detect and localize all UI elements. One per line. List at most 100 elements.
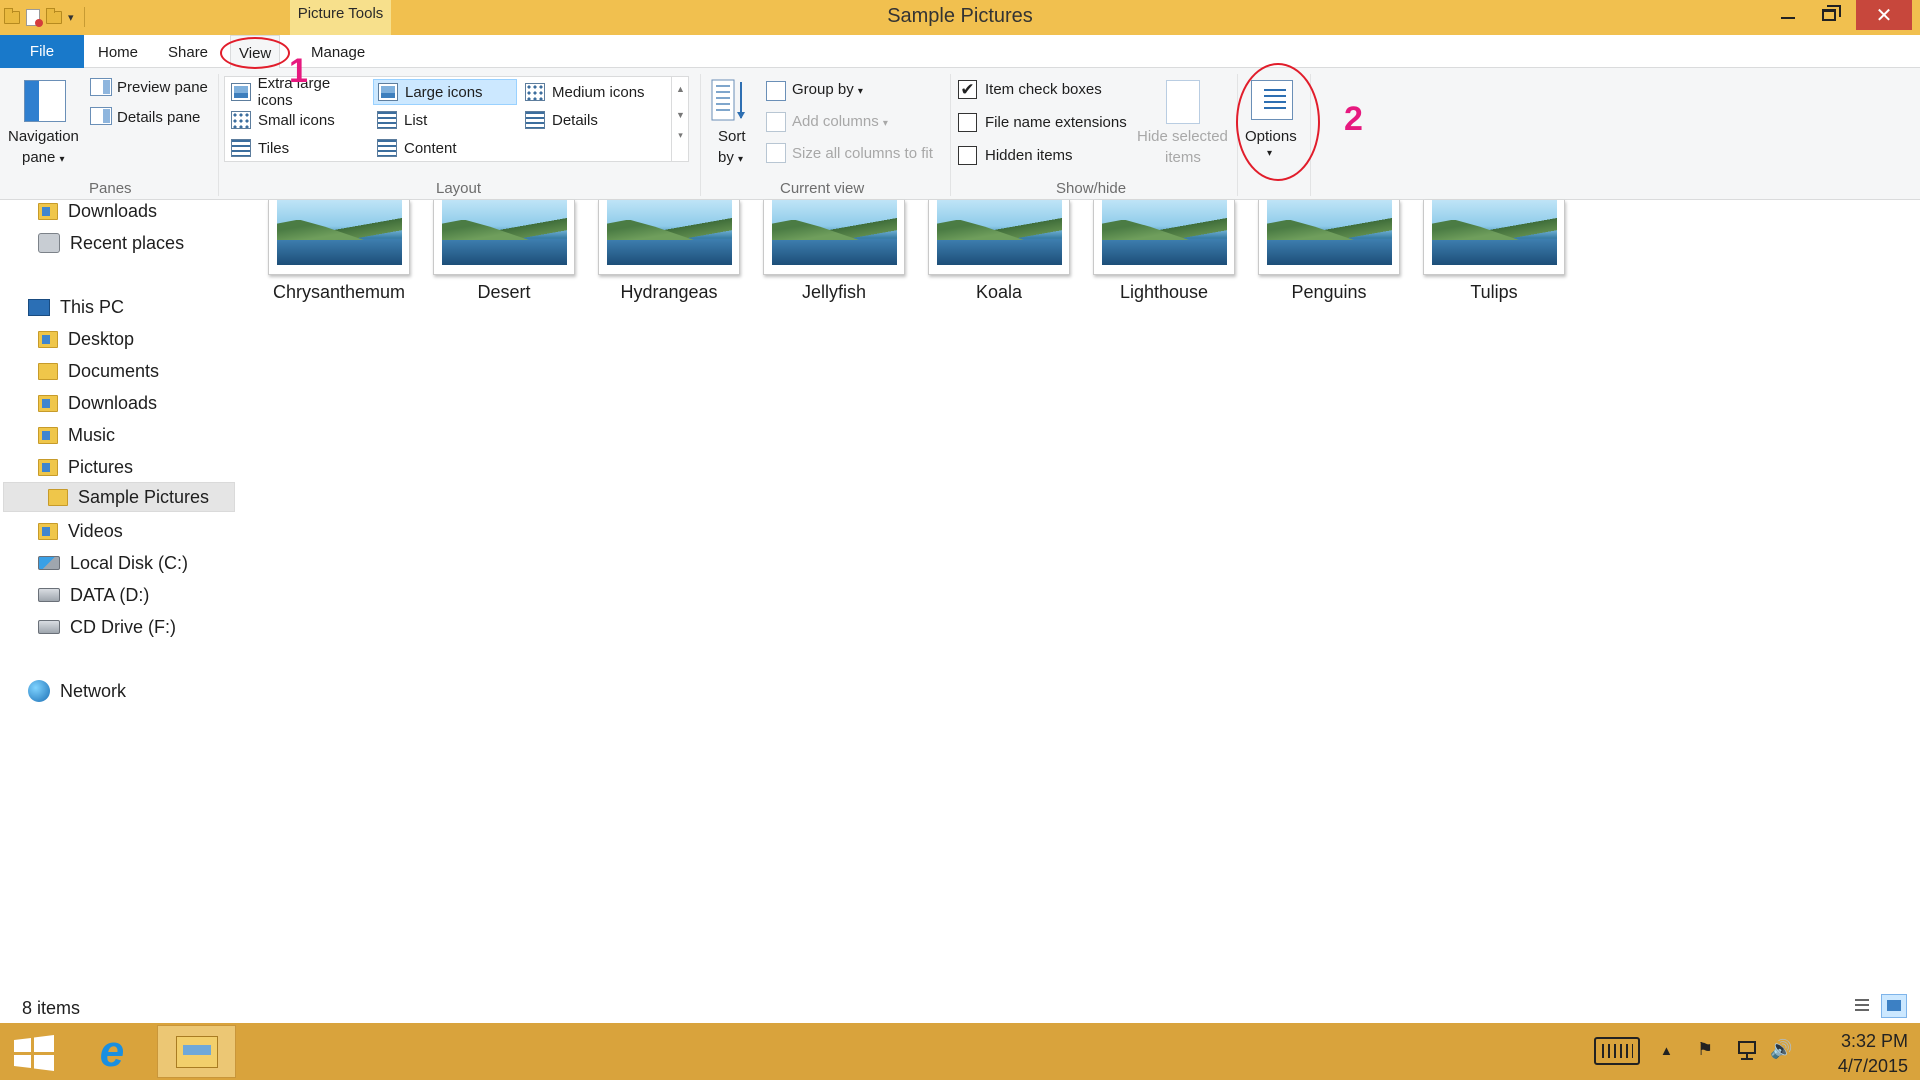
- status-bar: 8 items: [0, 990, 1920, 1023]
- layout-large-icons[interactable]: Large icons: [373, 79, 517, 105]
- tab-home[interactable]: Home: [90, 35, 146, 68]
- nav-item-this-pc[interactable]: This PC: [28, 292, 124, 322]
- show-hidden-icons-icon[interactable]: ▲: [1660, 1043, 1673, 1058]
- file-explorer-button[interactable]: [157, 1025, 236, 1078]
- file-item[interactable]: Jellyfish: [754, 200, 914, 310]
- documents-folder-icon: [38, 362, 58, 380]
- clock-time[interactable]: 3:32 PM: [1808, 1031, 1908, 1052]
- layout-content[interactable]: Content: [373, 135, 517, 161]
- volume-icon[interactable]: 🔊: [1770, 1039, 1792, 1060]
- nav-item-cd-drive-f[interactable]: CD Drive (F:): [38, 612, 176, 642]
- scroll-up-icon[interactable]: ▲: [672, 76, 689, 102]
- hidden-items-checkbox[interactable]: [958, 146, 977, 165]
- layout-gallery-scrollbar[interactable]: ▲ ▼ ▾: [671, 76, 689, 162]
- file-name: Tulips: [1470, 282, 1518, 302]
- nav-item-pictures[interactable]: Pictures: [38, 452, 133, 482]
- file-name-extensions-label[interactable]: File name extensions: [985, 114, 1127, 131]
- nav-item-music[interactable]: Music: [38, 420, 115, 450]
- tab-file[interactable]: File: [0, 35, 84, 68]
- layout-details-label: Details: [552, 111, 598, 129]
- nav-item-network[interactable]: Network: [28, 676, 126, 706]
- file-explorer-icon: [176, 1036, 218, 1068]
- sort-by-icon[interactable]: [711, 78, 747, 124]
- tiles-icon: [231, 139, 251, 157]
- layout-small-icons[interactable]: Small icons: [227, 107, 371, 133]
- navigation-pane-button-line2[interactable]: pane ▾: [22, 149, 65, 166]
- file-item[interactable]: Chrysanthemum: [259, 200, 419, 310]
- annotation-ring-options: [1236, 63, 1320, 181]
- file-item[interactable]: Tulips: [1414, 200, 1574, 310]
- details-pane-button[interactable]: Details pane: [117, 109, 200, 126]
- close-button[interactable]: ✕: [1856, 0, 1912, 30]
- divider: [700, 74, 701, 196]
- restore-button[interactable]: [1806, 0, 1852, 30]
- landscape-image: [277, 200, 402, 265]
- nav-item-desktop[interactable]: Desktop: [38, 324, 134, 354]
- internet-explorer-button[interactable]: e: [88, 1027, 136, 1076]
- hide-selected-items-icon: [1166, 80, 1200, 124]
- layout-medium-icons[interactable]: Medium icons: [521, 79, 665, 105]
- navigation-pane: Downloads Recent places This PC Desktop …: [0, 200, 237, 990]
- divider: [218, 74, 219, 196]
- details-pane-icon[interactable]: [90, 107, 112, 125]
- file-item[interactable]: Penguins: [1249, 200, 1409, 310]
- preview-pane-button[interactable]: Preview pane: [117, 79, 208, 96]
- landscape-image: [1432, 200, 1557, 265]
- file-name: Lighthouse: [1119, 282, 1209, 302]
- large-icons-view-button[interactable]: [1881, 994, 1907, 1018]
- details-view-button[interactable]: [1850, 994, 1874, 1016]
- gallery-more-icon[interactable]: ▾: [672, 128, 689, 142]
- action-center-flag-icon[interactable]: ⚑: [1697, 1039, 1713, 1060]
- sort-by-button-line2[interactable]: by ▾: [718, 149, 743, 166]
- thumbnail-image: [928, 200, 1070, 275]
- divider: [950, 74, 951, 196]
- landscape-image: [607, 200, 732, 265]
- minimize-button[interactable]: [1765, 0, 1811, 30]
- hidden-items-label[interactable]: Hidden items: [985, 147, 1073, 164]
- layout-list[interactable]: List: [373, 107, 517, 133]
- layout-extra-large-icons-label: Extra large icons: [257, 75, 331, 109]
- file-item[interactable]: Desert: [424, 200, 584, 310]
- network-status-icon[interactable]: [1736, 1039, 1760, 1061]
- customize-qat-chevron-icon[interactable]: ▾: [68, 11, 74, 24]
- restore-icon: [1822, 5, 1841, 21]
- nav-item-recent-places[interactable]: Recent places: [38, 228, 184, 258]
- touch-keyboard-icon[interactable]: [1594, 1037, 1640, 1065]
- properties-icon[interactable]: [26, 8, 43, 27]
- layout-tiles[interactable]: Tiles: [227, 135, 371, 161]
- nav-item-videos[interactable]: Videos: [38, 516, 123, 546]
- group-by-icon[interactable]: [766, 81, 786, 101]
- tab-manage[interactable]: Manage: [303, 35, 373, 68]
- item-check-boxes-checkbox[interactable]: ✔: [958, 80, 977, 99]
- group-by-button[interactable]: Group by ▾: [792, 81, 863, 98]
- file-item[interactable]: Koala: [919, 200, 1079, 310]
- navigation-pane-icon[interactable]: [24, 80, 66, 122]
- start-button[interactable]: [10, 1033, 60, 1073]
- annotation-ring-view: [220, 37, 290, 69]
- sort-by-button[interactable]: Sort: [718, 128, 746, 145]
- downloads-folder-icon: [38, 202, 58, 220]
- nav-item-local-disk-c[interactable]: Local Disk (C:): [38, 548, 188, 578]
- layout-medium-icons-label: Medium icons: [552, 83, 645, 101]
- preview-pane-icon[interactable]: [90, 78, 112, 96]
- folder-icon[interactable]: [4, 7, 20, 24]
- file-name-extensions-checkbox[interactable]: [958, 113, 977, 132]
- clock-date[interactable]: 4/7/2015: [1808, 1056, 1908, 1077]
- new-folder-icon[interactable]: [46, 7, 62, 24]
- nav-item-downloads[interactable]: Downloads: [38, 388, 157, 418]
- tab-share[interactable]: Share: [160, 35, 216, 68]
- scroll-down-icon[interactable]: ▼: [672, 102, 689, 128]
- navigation-pane-button[interactable]: Navigation: [8, 128, 79, 145]
- internet-explorer-icon: e: [99, 1027, 125, 1076]
- nav-item-documents[interactable]: Documents: [38, 356, 159, 386]
- file-item[interactable]: Hydrangeas: [589, 200, 749, 310]
- landscape-image: [1102, 200, 1227, 265]
- annotation-step-2: 2: [1344, 100, 1363, 138]
- layout-details[interactable]: Details: [521, 107, 665, 133]
- nav-item-data-d[interactable]: DATA (D:): [38, 580, 149, 610]
- nav-item-downloads-favorites[interactable]: Downloads: [38, 196, 157, 226]
- nav-item-sample-pictures[interactable]: Sample Pictures: [3, 482, 235, 512]
- file-item[interactable]: Lighthouse: [1084, 200, 1244, 310]
- nav-item-label: Pictures: [68, 456, 134, 477]
- item-check-boxes-label[interactable]: Item check boxes: [985, 81, 1102, 98]
